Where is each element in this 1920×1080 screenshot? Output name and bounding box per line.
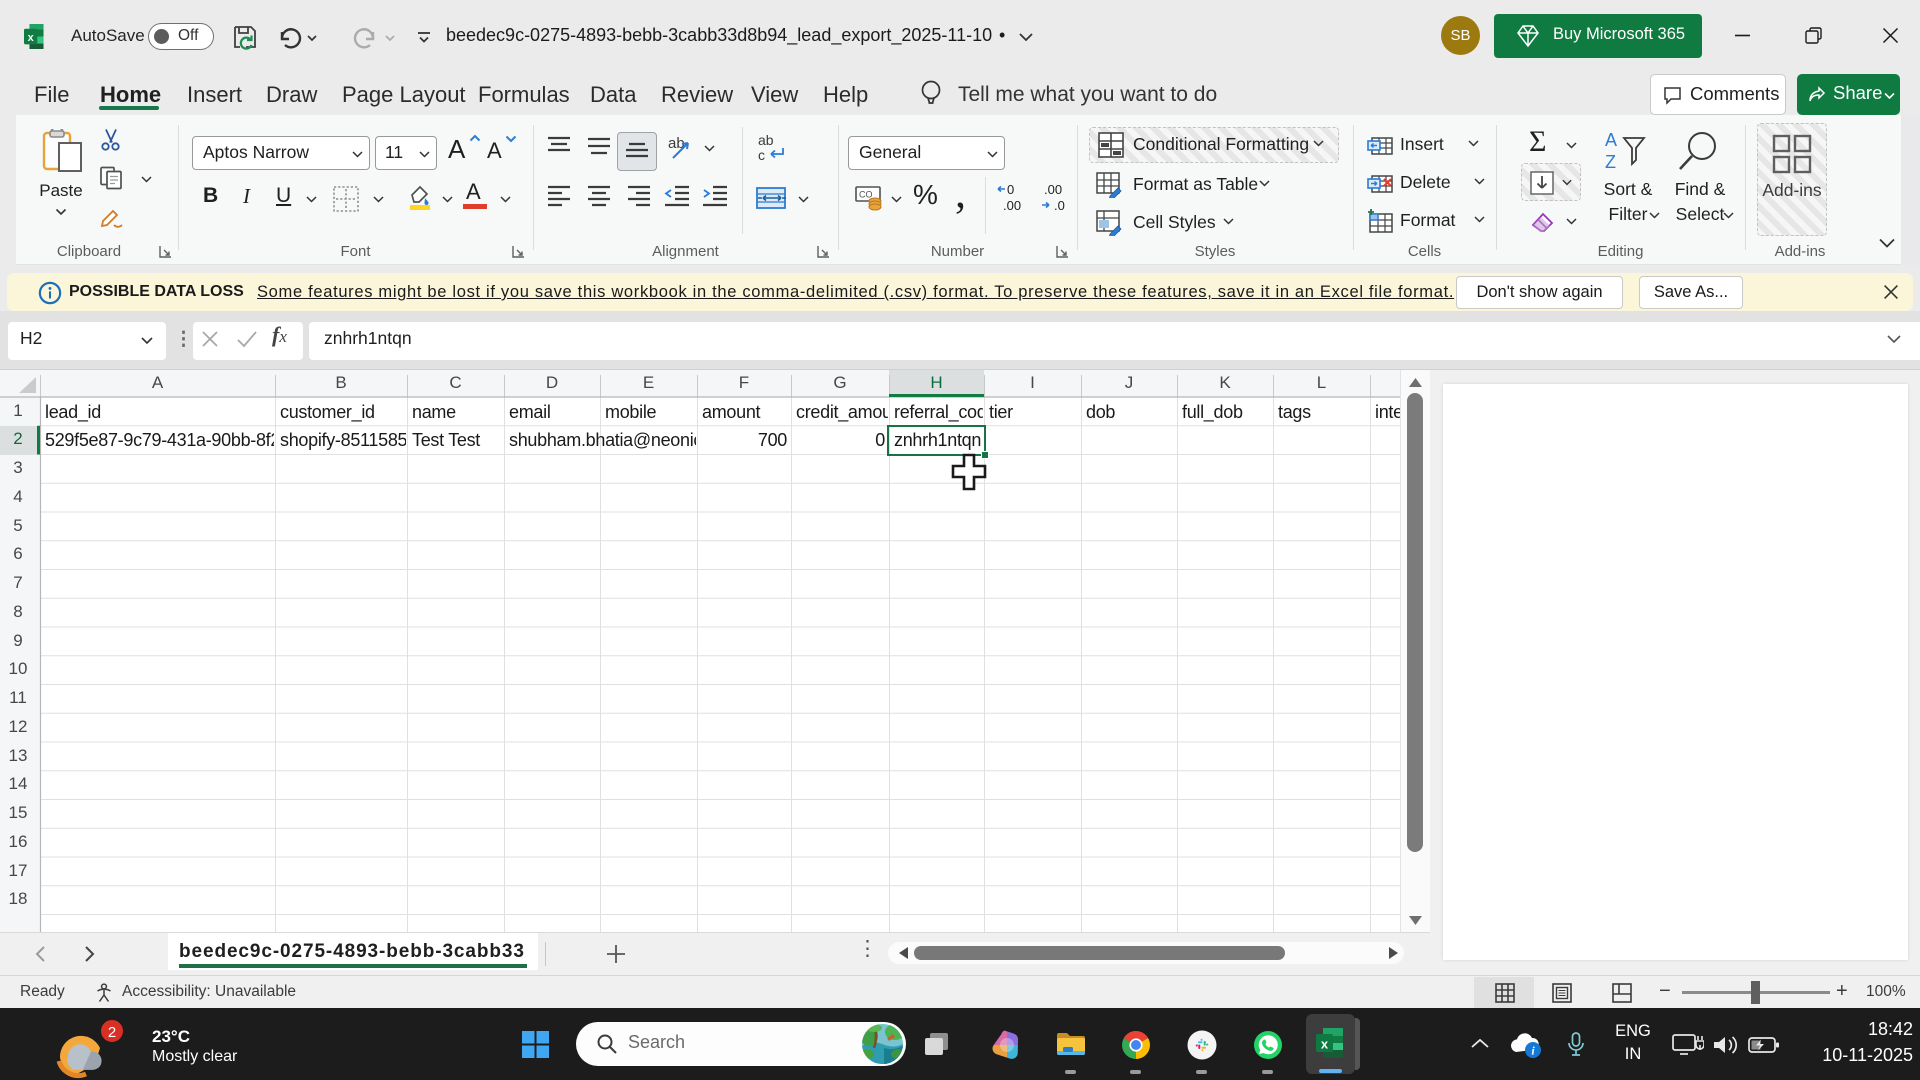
svg-text:Z: Z	[1605, 152, 1616, 172]
svg-text:.00: .00	[1044, 182, 1062, 197]
svg-text:A: A	[1605, 130, 1617, 150]
svg-text:.0: .0	[1054, 198, 1065, 213]
svg-text:x: x	[1321, 1037, 1329, 1052]
svg-text:.00: .00	[1003, 198, 1021, 213]
svg-text:CO: CO	[859, 190, 873, 200]
svg-text:ab: ab	[758, 132, 774, 148]
svg-text:x: x	[28, 32, 34, 44]
svg-text:0: 0	[1007, 182, 1014, 197]
svg-text:c: c	[758, 147, 765, 163]
